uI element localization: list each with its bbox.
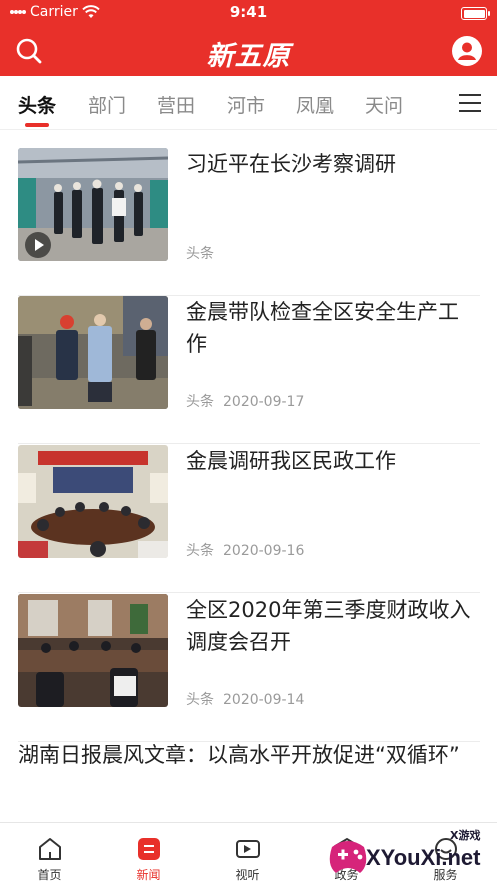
text-article-title[interactable]: 湖南日报晨风文章：以高水平开放促进“双循环” <box>18 737 480 773</box>
article-category: 头条 <box>186 692 214 708</box>
battery-icon <box>461 7 490 20</box>
article-thumbnail <box>18 594 168 707</box>
article-date: 2020-09-14 <box>223 692 305 708</box>
article-title[interactable]: 金晨带队检查全区安全生产工作 <box>186 296 476 360</box>
news-item[interactable]: 习近平在长沙考察调研 头条 <box>18 148 480 296</box>
nav-video[interactable]: 视听 <box>198 823 297 883</box>
nav-label: 新闻 <box>136 868 161 882</box>
user-profile-button[interactable] <box>451 35 483 67</box>
play-icon[interactable] <box>25 232 51 258</box>
conference-table-photo <box>18 594 168 707</box>
clock: 9:41 <box>229 3 268 21</box>
tab-bumen[interactable]: 部门 <box>88 91 126 118</box>
search-button[interactable] <box>14 36 44 66</box>
home-icon <box>39 838 61 860</box>
article-title[interactable]: 习近平在长沙考察调研 <box>186 148 476 180</box>
tab-fenghuang[interactable]: 凤凰 <box>296 91 334 118</box>
tab-tianwen[interactable]: 天问 <box>365 91 403 118</box>
news-item[interactable]: 金晨调研我区民政工作 头条 2020-09-16 <box>18 445 480 593</box>
tab-menu-button[interactable] <box>459 94 481 112</box>
tab-heshi[interactable]: 河市 <box>227 91 265 118</box>
article-date: 2020-09-17 <box>223 394 305 410</box>
category-tabs: 头条 部门 营田 河市 凤凰 天问 <box>0 76 497 130</box>
meeting-room-photo <box>18 445 168 558</box>
article-thumbnail <box>18 148 168 261</box>
article-thumbnail <box>18 445 168 558</box>
news-item[interactable]: 全区2020年第三季度财政收入调度会召开 头条 2020-09-14 <box>18 594 480 742</box>
active-tab-indicator <box>25 123 49 127</box>
user-circle-icon <box>452 36 482 66</box>
article-category: 头条 <box>186 543 214 559</box>
search-icon <box>16 38 42 64</box>
menu-icon-line <box>459 110 481 112</box>
article-category: 头条 <box>186 246 214 262</box>
menu-icon-line <box>459 102 481 104</box>
article-date: 2020-09-16 <box>223 543 305 559</box>
app-logo: 新五原 <box>206 41 291 72</box>
nav-label: 首页 <box>37 868 62 882</box>
article-title[interactable]: 金晨调研我区民政工作 <box>186 445 476 477</box>
nav-label: 视听 <box>235 868 260 882</box>
nav-news[interactable]: 新闻 <box>99 823 198 883</box>
article-meta: 头条 2020-09-17 <box>186 391 304 411</box>
nav-home[interactable]: 首页 <box>0 823 99 883</box>
news-item[interactable]: 金晨带队检查全区安全生产工作 头条 2020-09-17 <box>18 296 480 444</box>
watermark-text: XYouXi.net <box>366 845 481 870</box>
article-meta: 头条 2020-09-16 <box>186 540 304 560</box>
article-meta: 头条 2020-09-14 <box>186 689 304 709</box>
news-icon <box>138 838 160 860</box>
article-category: 头条 <box>186 394 214 410</box>
site-watermark: X游戏 XYouXi.net <box>326 827 491 881</box>
article-thumbnail <box>18 296 168 409</box>
article-title[interactable]: 全区2020年第三季度财政收入调度会召开 <box>186 594 476 658</box>
article-meta: 头条 <box>186 243 223 263</box>
watermark-small-text: X游戏 <box>450 829 481 842</box>
tab-yingtian[interactable]: 营田 <box>157 91 195 118</box>
gamepad-logo-icon <box>329 841 367 873</box>
tab-toutiao[interactable]: 头条 <box>18 91 56 118</box>
status-bar: Carrier 9:41 <box>0 0 497 26</box>
workshop-inspection-photo <box>18 296 168 409</box>
video-camera-icon <box>236 840 260 858</box>
app-header: 新五原 <box>0 26 497 76</box>
menu-icon-line <box>459 94 481 96</box>
